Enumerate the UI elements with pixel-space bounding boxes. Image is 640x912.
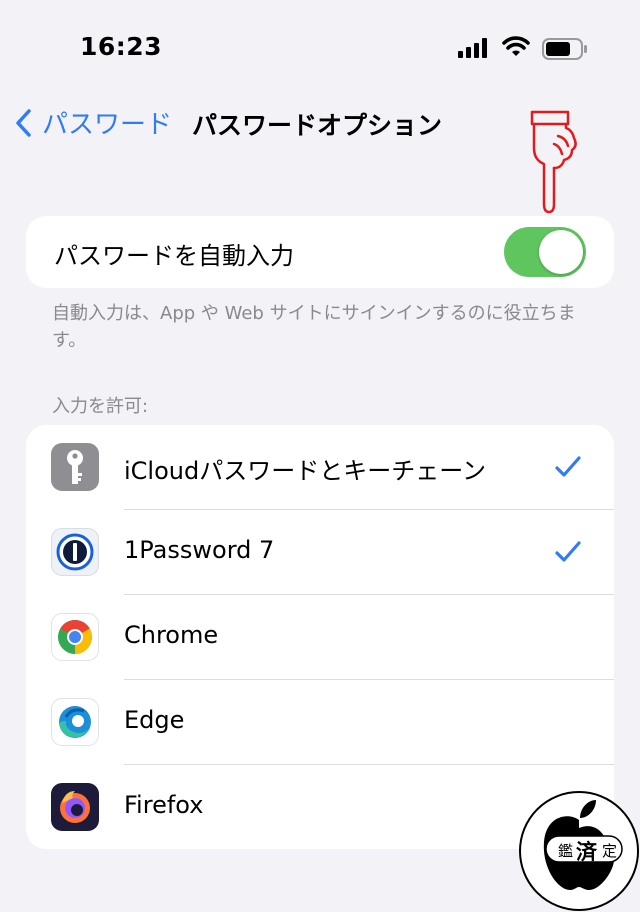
status-bar: 16:23: [0, 0, 640, 96]
app-name: Firefox: [124, 791, 204, 819]
chevron-left-icon: [16, 108, 31, 137]
apple-appraisal-stamp: 鑑 済 定: [519, 791, 639, 911]
app-name: 1Password 7: [124, 536, 275, 564]
key-icon: [51, 443, 99, 491]
battery-icon: [542, 38, 587, 60]
1password-icon: [51, 528, 99, 576]
app-row-chrome[interactable]: Chrome: [26, 595, 614, 680]
toggle-knob: [539, 230, 583, 274]
autofill-footnote: 自動入力は、App や Web サイトにサインインするのに役立ちます。: [52, 303, 576, 351]
stamp-char-center: 済: [576, 840, 598, 864]
checkmark-icon: [555, 541, 581, 562]
cellular-signal-icon: [458, 38, 487, 58]
checkmark-icon: [555, 456, 581, 477]
stamp-char-right: 定: [602, 842, 617, 860]
app-row-edge[interactable]: Edge: [26, 680, 614, 765]
firefox-icon: [51, 783, 99, 831]
app-name: Edge: [124, 706, 185, 734]
autofill-passwords-cell: パスワードを自動入力: [26, 216, 614, 288]
autofill-passwords-label: パスワードを自動入力: [54, 242, 294, 270]
app-name: iCloudパスワードとキーチェーン: [124, 457, 487, 485]
edge-icon: [51, 698, 99, 746]
app-row-1password[interactable]: 1Password 7: [26, 510, 614, 595]
app-name: Chrome: [124, 621, 219, 649]
back-button[interactable]: パスワード: [14, 104, 172, 141]
autofill-passwords-toggle[interactable]: [504, 227, 586, 277]
stamp-char-left: 鑑: [558, 842, 573, 860]
wifi-icon: [502, 36, 530, 56]
chrome-icon: [51, 613, 99, 661]
allow-filling-list: iCloudパスワードとキーチェーン 1Password 7 Chrome Ed…: [26, 425, 614, 849]
app-row-icloud-keychain[interactable]: iCloudパスワードとキーチェーン: [26, 425, 614, 510]
back-button-label: パスワード: [42, 110, 173, 140]
page-title: パスワードオプション: [192, 111, 443, 140]
status-time: 16:23: [80, 32, 163, 61]
allow-filling-header: 入力を許可:: [52, 396, 149, 417]
pointing-hand-icon: [530, 110, 577, 214]
